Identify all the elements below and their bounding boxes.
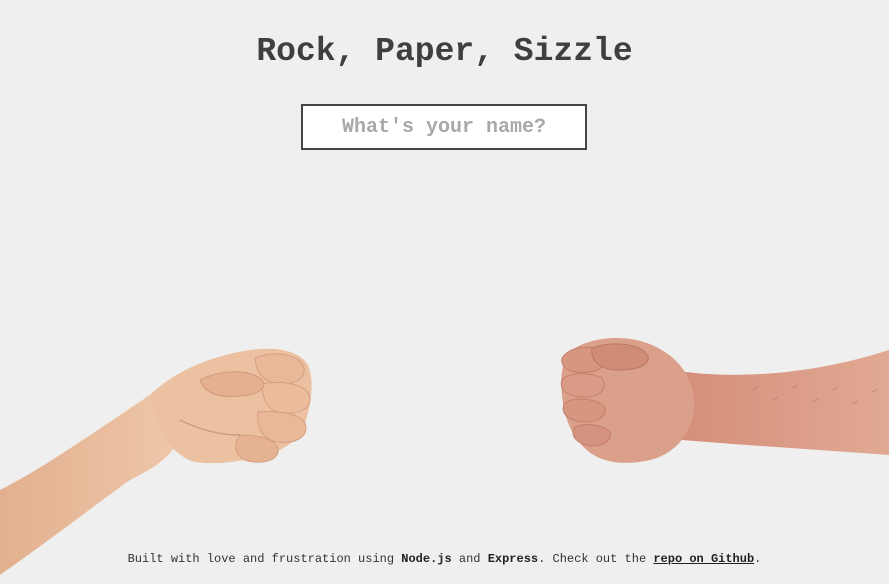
footer: Built with love and frustration using No…: [0, 551, 889, 567]
footer-text: .: [754, 552, 762, 566]
name-input[interactable]: [301, 104, 587, 150]
page-title: Rock, Paper, Sizzle: [256, 33, 633, 70]
footer-tech-express: Express: [487, 552, 539, 566]
footer-tech-nodejs: Node.js: [401, 552, 452, 566]
left-fist-icon: [0, 348, 312, 575]
footer-text: Built with love and frustration using: [127, 552, 402, 566]
github-repo-link[interactable]: repo on Github: [653, 552, 754, 566]
footer-text: . Check out the: [538, 552, 654, 566]
right-fist-icon: [560, 337, 889, 463]
footer-text: and: [451, 552, 488, 566]
page: Rock, Paper, Sizzle What's your name? Bu…: [0, 0, 889, 584]
